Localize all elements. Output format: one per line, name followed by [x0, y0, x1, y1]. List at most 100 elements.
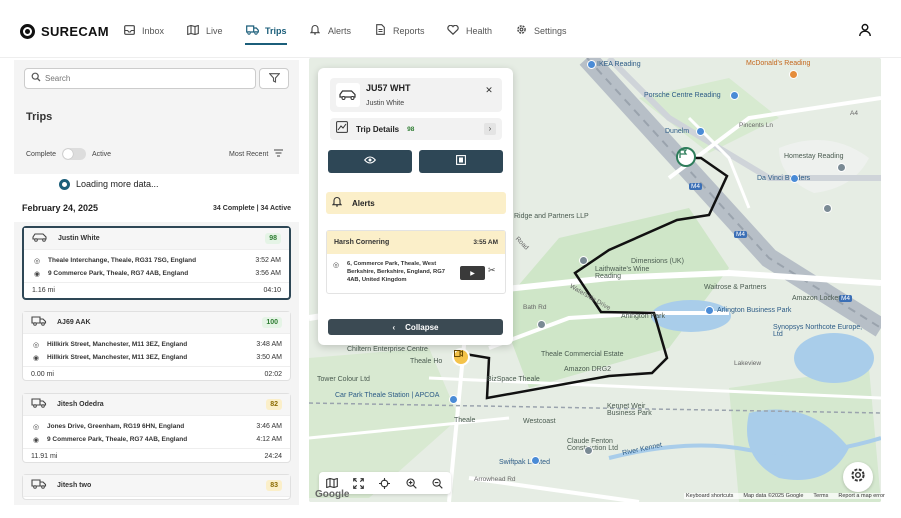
user-profile-icon[interactable] — [858, 23, 874, 39]
bell-icon — [308, 24, 322, 38]
location-pin-icon: ◎ — [333, 262, 340, 269]
map-label-chiltern: Chiltern Enterprise Centre — [347, 346, 428, 353]
trip-start-time: 3:46 AM — [256, 423, 282, 430]
trip-distance: 11.91 mi — [31, 453, 58, 460]
brand-logo[interactable]: SURECAM — [20, 22, 109, 40]
trip-date: February 24, 2025 — [22, 203, 99, 213]
trip-start-time: 3:52 AM — [255, 257, 281, 264]
trip-duration: 02:02 — [264, 371, 282, 378]
trip-driver-name: Justin White — [58, 235, 100, 242]
car-icon — [336, 83, 360, 107]
keyboard-shortcuts-link[interactable]: Keyboard shortcuts — [686, 493, 733, 499]
end-pin-icon: ◉ — [32, 354, 40, 362]
trip-end-time: 4:12 AM — [256, 436, 282, 443]
trip-details-row[interactable]: Trip Details 98 › — [330, 118, 502, 140]
view-trip-button[interactable] — [328, 150, 412, 173]
map-label-a4: A4 — [850, 110, 858, 117]
toggle-active-label: Active — [91, 150, 112, 158]
trip-card[interactable]: AJ69 AAK 100 ◎ Hillkirk Street, Manchest… — [22, 311, 291, 381]
map-label-davinci: Da Vinci Builders — [757, 175, 811, 182]
video-button[interactable] — [419, 150, 503, 173]
trip-duration: 24:24 — [264, 453, 282, 460]
trip-end-row: ◉ 9 Commerce Park, Theale, RG7 4AB, Engl… — [23, 433, 290, 446]
date-header: February 24, 2025 34 Complete | 34 Activ… — [14, 194, 299, 222]
zoom-in-icon[interactable] — [402, 474, 420, 492]
map-label-porsche: Porsche Centre Reading — [644, 92, 721, 99]
homestay-poi-icon — [837, 163, 846, 172]
map-label-homestay: Homestay Reading — [784, 153, 844, 160]
map-label-bath-rd: Bath Rd — [523, 304, 547, 311]
start-pin-icon: ◎ — [33, 257, 41, 265]
nav-alerts[interactable]: Alerts — [308, 20, 351, 42]
video-thumbnail[interactable]: ▶ — [460, 266, 485, 280]
trip-distance: 0.00 mi — [31, 371, 54, 378]
route-end-flag-icon[interactable] — [676, 147, 696, 167]
app-root: SURECAM Inbox Live Trips Alerts Reports … — [0, 0, 901, 518]
truck-icon — [31, 316, 49, 329]
trip-end-address: 9 Commerce Park, Theale, RG7 4AB, Englan… — [47, 436, 188, 443]
filter-icon — [267, 70, 281, 88]
alert-card[interactable]: Harsh Cornering 3:55 AM ◎ 6, Commerce Pa… — [326, 230, 506, 294]
fullscreen-icon[interactable] — [350, 474, 368, 492]
chevron-right-icon[interactable]: › — [484, 123, 496, 135]
trip-card[interactable]: Justin White 98 ◎ Theale Interchange, Th… — [22, 226, 291, 300]
map-label-bizspace: BizSpace Theale — [487, 376, 540, 383]
map-label-arlington: Arlington Park — [621, 313, 665, 320]
nav-inbox[interactable]: Inbox — [122, 20, 164, 42]
collapse-button[interactable]: ‹ Collapse — [328, 319, 503, 335]
trip-card-header: AJ69 AAK 100 — [23, 312, 290, 334]
trip-end-time: 3:56 AM — [255, 270, 281, 277]
nav-health[interactable]: Health — [446, 20, 492, 42]
filter-button[interactable] — [259, 68, 289, 89]
map-label-arrowhead: Arrowhead Rd — [474, 476, 516, 483]
alert-card-body: ◎ 6, Commerce Park, Theale, West Berkshi… — [327, 254, 505, 294]
panel-title: Trips — [26, 111, 53, 123]
video-alert-marker-icon[interactable] — [452, 348, 470, 366]
trip-start-address: Jones Drive, Greenham, RG19 6HN, England — [47, 423, 185, 430]
sort-control[interactable]: Most Recent — [229, 149, 284, 159]
recenter-icon[interactable] — [376, 474, 394, 492]
trip-card-header: Jitesh Odedra 82 — [23, 394, 290, 416]
trip-start-address: Hillkirk Street, Manchester, M11 3EZ, En… — [47, 341, 188, 348]
map-label-swiftpak: Swiftpak Limited — [499, 459, 550, 466]
route-icon — [336, 120, 348, 138]
nav-reports[interactable]: Reports — [373, 20, 425, 42]
play-icon: ▶ — [470, 270, 475, 277]
car-icon — [32, 232, 50, 245]
trip-popup: JU57 WHT Justin White ✕ Trip Details 98 … — [318, 68, 513, 345]
terms-link[interactable]: Terms — [813, 493, 828, 499]
trip-start-row: ◎ Hillkirk Street, Manchester, M11 3EZ, … — [23, 338, 290, 351]
trip-card-header: Jitesh two 83 — [23, 475, 290, 497]
trip-footer: 1.16 mi 04:10 — [24, 282, 289, 298]
map-label-theale-hotel: Theale Ho — [410, 358, 443, 365]
end-pin-icon: ◉ — [33, 270, 41, 278]
toggle-complete-label: Complete — [26, 150, 56, 158]
davinci-poi-icon — [790, 174, 799, 183]
close-icon[interactable]: ✕ — [482, 83, 496, 97]
search-box[interactable] — [24, 68, 256, 89]
report-error-link[interactable]: Report a map error — [838, 493, 884, 499]
poi-icon — [823, 204, 832, 213]
map-settings-button[interactable] — [843, 462, 873, 492]
truck-icon — [245, 24, 259, 38]
inbox-icon — [122, 24, 136, 38]
nav-inbox-label: Inbox — [142, 26, 165, 36]
film-icon — [456, 155, 466, 168]
trips-panel: Trips Complete Active Most Recent Loadin… — [14, 60, 299, 505]
nav-trips[interactable]: Trips — [245, 20, 287, 45]
trip-details-score: 98 — [407, 125, 415, 133]
zoom-out-icon[interactable] — [429, 474, 447, 492]
map-attribution: Keyboard shortcuts Map data ©2025 Google… — [684, 493, 887, 499]
trip-card[interactable]: Jitesh two 83 — [22, 474, 291, 500]
status-switch[interactable] — [61, 148, 86, 160]
nav-settings[interactable]: Settings — [514, 20, 567, 42]
vehicle-plate: JU57 WHT — [366, 83, 411, 93]
claude-poi-icon — [584, 446, 593, 455]
poi-icon — [579, 256, 588, 265]
report-icon — [373, 24, 387, 38]
trip-card[interactable]: Jitesh Odedra 82 ◎ Jones Drive, Greenham… — [22, 393, 291, 463]
scissors-icon[interactable]: ✂ — [488, 265, 496, 276]
search-input[interactable] — [45, 74, 245, 83]
nav-live[interactable]: Live — [186, 20, 223, 42]
gear-icon — [849, 466, 867, 489]
